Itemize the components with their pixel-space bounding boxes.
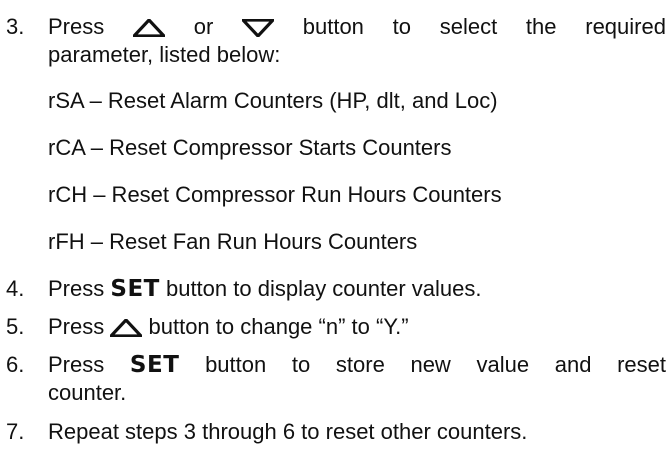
set-button-label: SET	[110, 276, 160, 302]
step-4: 4. Press SET button to display counter v…	[6, 275, 666, 303]
option-rsa: rSA – Reset Alarm Counters (HP, dlt, and…	[48, 88, 498, 113]
step-text: button to store new value and reset	[205, 352, 666, 377]
step-6-line-1: Press SET button to store new value and …	[48, 351, 666, 379]
step-3: 3. Press or button to select the require…	[6, 13, 666, 69]
step-number: 5.	[6, 314, 25, 339]
step-number: 6.	[6, 352, 25, 377]
option-rfh: rFH – Reset Fan Run Hours Counters	[48, 229, 418, 254]
set-button-label: SET	[129, 352, 180, 378]
option-rch: rCH – Reset Compressor Run Hours Counter…	[48, 182, 502, 207]
step-text: Press	[48, 14, 105, 39]
step-number: 4.	[6, 276, 25, 301]
step-5: 5. Press button to change “n” to “Y.”	[6, 313, 666, 341]
step-text: button to change “n” to “Y.”	[148, 314, 409, 339]
step-7: 7. Repeat steps 3 through 6 to reset oth…	[6, 418, 666, 446]
up-arrow-icon	[130, 17, 168, 38]
step-3-line-1: Press or button to select the required	[48, 13, 666, 41]
step-text: button to select the required	[302, 14, 666, 39]
step-text: Press	[48, 352, 105, 377]
step-text: button to display counter values.	[165, 276, 482, 301]
step-3-line-2: parameter, listed below:	[48, 42, 281, 67]
step-text: Press	[48, 314, 105, 339]
up-arrow-icon	[107, 317, 146, 338]
step-number: 7.	[6, 419, 25, 444]
step-6: 6. Press SET button to store new value a…	[6, 351, 666, 407]
step-text: Press	[48, 276, 105, 301]
step-6-line-2: counter.	[48, 380, 127, 405]
step-7-text: Repeat steps 3 through 6 to reset other …	[48, 419, 528, 444]
step-text: or	[193, 14, 214, 39]
option-rca: rCA – Reset Compressor Starts Counters	[48, 135, 452, 160]
down-arrow-icon	[239, 18, 277, 39]
step-number: 3.	[6, 14, 25, 39]
